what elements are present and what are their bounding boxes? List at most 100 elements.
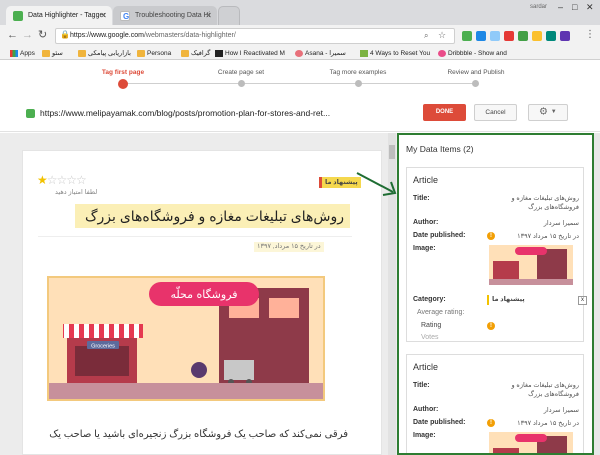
data-items-panel: My Data Items (2) Article Title: روش‌های… bbox=[397, 133, 594, 455]
thumbnail-illustration bbox=[489, 432, 573, 453]
bookmark-link[interactable]: Asana - سمیرا bbox=[295, 48, 346, 59]
extension-icon[interactable] bbox=[546, 31, 556, 41]
done-button[interactable]: DONE bbox=[423, 104, 466, 121]
title-value[interactable]: روش‌های تبلیغات مغازه و فروشگاه‌های بزرگ bbox=[487, 194, 579, 212]
article-hero-image[interactable]: Groceries فروشگاه محلّه bbox=[47, 276, 325, 401]
rate-prompt: لطفا امتیاز دهید bbox=[55, 189, 98, 196]
data-item-card[interactable]: Article Title: روش‌های تبلیغات مغازه و ف… bbox=[406, 354, 584, 453]
dribbble-icon bbox=[438, 50, 446, 57]
image-label: Image: bbox=[413, 432, 436, 439]
step-create-page-set[interactable]: Create page set bbox=[196, 69, 286, 76]
bookmark-folder[interactable]: بازاریابی پیامکی bbox=[78, 48, 131, 59]
article-date[interactable]: در تاریخ ۱۵ مرداد, ۱۳۹۷ bbox=[254, 242, 324, 252]
step-review-and-publish[interactable]: Review and Publish bbox=[431, 69, 521, 76]
image-thumbnail[interactable] bbox=[489, 245, 573, 285]
data-highlighter-favicon-icon bbox=[13, 11, 23, 21]
steps-line bbox=[123, 83, 478, 84]
step-dot bbox=[355, 80, 362, 87]
arrow-pointer-icon bbox=[356, 172, 397, 196]
author-label: Author: bbox=[413, 219, 439, 226]
step-dot bbox=[238, 80, 245, 87]
image-thumbnail[interactable] bbox=[489, 432, 573, 453]
step-tag-first-page[interactable]: Tag first page bbox=[78, 69, 168, 76]
reload-icon[interactable]: ↻ bbox=[38, 28, 47, 42]
tab-close-icon[interactable]: ✕ bbox=[205, 6, 212, 25]
wizard-steps: Tag first page Create page set Tag more … bbox=[0, 61, 600, 96]
browser-tabstrip: Data Highlighter - Tagger ✕ G Troublesho… bbox=[0, 0, 600, 25]
page-status-icon bbox=[26, 109, 35, 118]
bookmark-link[interactable]: 4 Ways to Reset You bbox=[360, 48, 430, 59]
gear-icon: ⚙ bbox=[539, 106, 548, 118]
votes-label: Votes bbox=[421, 334, 439, 341]
bookmark-link[interactable]: How I Reactivated M bbox=[215, 48, 285, 59]
date-published-label: Date published: bbox=[413, 419, 466, 426]
tab-title: Troubleshooting Data Hi bbox=[135, 12, 211, 19]
step-tag-more-examples[interactable]: Tag more examples bbox=[313, 69, 403, 76]
author-value[interactable]: سمیرا سردار bbox=[487, 219, 579, 228]
bookmark-link[interactable]: Dribbble - Show and bbox=[438, 48, 507, 59]
warning-icon: ! bbox=[487, 322, 495, 330]
date-published-value[interactable]: در تاریخ ۱۵ مرداد ۱۳۹۷ bbox=[487, 419, 579, 428]
new-tab-button[interactable] bbox=[218, 6, 240, 25]
extension-icon[interactable] bbox=[560, 31, 570, 41]
panel-title: My Data Items (2) bbox=[406, 144, 474, 154]
back-icon[interactable]: ← bbox=[7, 28, 18, 42]
date-published-label: Date published: bbox=[413, 232, 466, 239]
tab-close-icon[interactable]: ✕ bbox=[100, 6, 107, 25]
rating-label: Rating bbox=[421, 322, 442, 329]
panel-scrollbar[interactable] bbox=[594, 133, 600, 455]
extension-icon[interactable] bbox=[462, 31, 472, 41]
medium-icon bbox=[215, 50, 223, 57]
minimize-icon[interactable]: – bbox=[558, 2, 563, 12]
bookmark-page-icon bbox=[360, 50, 368, 57]
bookmark-folder[interactable]: Persona bbox=[137, 48, 171, 59]
bookmark-folder[interactable]: گرافیک bbox=[181, 48, 210, 59]
average-rating-label: Average rating: bbox=[417, 309, 465, 316]
profile-name[interactable]: sardar bbox=[530, 4, 547, 10]
url-domain: https://www.google.com bbox=[70, 32, 144, 39]
hero-illustration: Groceries فروشگاه محلّه bbox=[49, 278, 323, 399]
browser-toolbar: ← → ↻ 🔒 https://www.google.com/webmaster… bbox=[0, 25, 600, 47]
extension-icon[interactable] bbox=[532, 31, 542, 41]
author-label: Author: bbox=[413, 406, 439, 413]
category-value[interactable]: پیشنهاد ما bbox=[487, 295, 528, 305]
close-window-icon[interactable]: ✕ bbox=[586, 2, 594, 13]
maximize-icon[interactable]: □ bbox=[572, 2, 577, 12]
remove-category-icon[interactable]: x bbox=[578, 296, 587, 305]
tab-title: Data Highlighter - Tagger bbox=[28, 12, 106, 19]
star-rating[interactable]: ★☆☆☆☆ bbox=[37, 173, 87, 187]
extension-icon[interactable] bbox=[504, 31, 514, 41]
extension-icon[interactable] bbox=[476, 31, 486, 41]
tagging-header: https://www.melipayamak.com/blog/posts/p… bbox=[0, 96, 600, 132]
article-body-text[interactable]: فرقی نمی‌کند که صاحب یک فروشگاه بزرگ زنج… bbox=[36, 429, 348, 440]
folder-icon bbox=[78, 50, 86, 57]
apps-grid-icon bbox=[10, 50, 18, 57]
google-favicon-icon: G bbox=[120, 11, 130, 21]
item-type: Article bbox=[413, 362, 439, 372]
tab-troubleshooting[interactable]: G Troubleshooting Data Hi ✕ bbox=[113, 6, 217, 25]
title-value[interactable]: روش‌های تبلیغات مغازه و فروشگاه‌های بزرگ bbox=[487, 381, 579, 399]
lock-icon: 🔒 bbox=[60, 30, 70, 39]
extension-icon[interactable] bbox=[518, 31, 528, 41]
bookmark-star-icon[interactable]: ☆ bbox=[438, 30, 446, 41]
bookmark-apps[interactable]: Apps bbox=[10, 48, 35, 59]
bookmark-folder[interactable]: سئو bbox=[42, 48, 63, 59]
address-bar[interactable]: 🔒 https://www.google.com/webmasters/data… bbox=[55, 28, 455, 44]
forward-icon[interactable]: → bbox=[22, 28, 33, 42]
date-published-value[interactable]: در تاریخ ۱۵ مرداد ۱۳۹۷ bbox=[487, 232, 579, 241]
author-value[interactable]: سمیرا سردار bbox=[487, 406, 579, 415]
divider bbox=[38, 236, 352, 237]
settings-dropdown-button[interactable]: ⚙ ▼ bbox=[528, 104, 568, 121]
search-icon[interactable]: ⌕ bbox=[424, 31, 428, 41]
data-item-card[interactable]: Article Title: روش‌های تبلیغات مغازه و ف… bbox=[406, 167, 587, 342]
article-title[interactable]: روش‌های تبلیغات مغازه و فروشگاه‌های بزرگ bbox=[75, 204, 350, 228]
image-label: Image: bbox=[413, 245, 436, 252]
tab-data-highlighter[interactable]: Data Highlighter - Tagger ✕ bbox=[6, 6, 112, 25]
step-dot bbox=[472, 80, 479, 87]
folder-icon bbox=[181, 50, 189, 57]
cancel-button[interactable]: Cancel bbox=[474, 104, 517, 121]
extension-icon[interactable] bbox=[490, 31, 500, 41]
preview-scroll-thumb[interactable] bbox=[389, 145, 395, 159]
menu-kebab-icon[interactable]: ⋮ bbox=[585, 28, 595, 42]
asana-icon bbox=[295, 50, 303, 57]
